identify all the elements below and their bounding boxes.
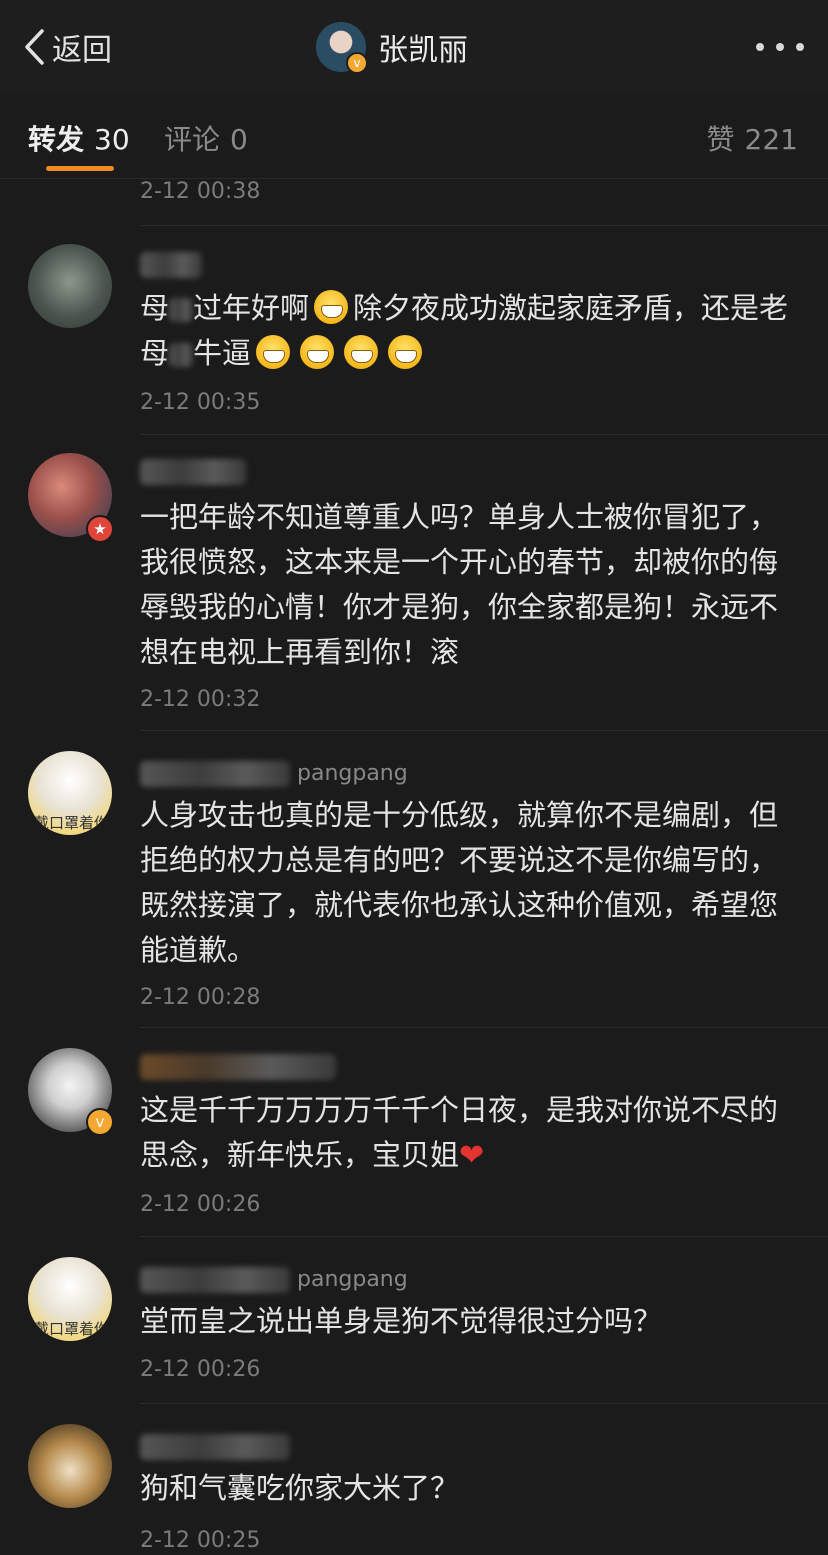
- redacted-username: [140, 761, 290, 787]
- timestamp: 2-12 00:25: [140, 1528, 261, 1553]
- comment-text-part: 过年好啊: [193, 291, 310, 325]
- top-navbar: 返回 v 张凯丽: [0, 0, 828, 93]
- tab-bar: 转发 30 评论 0 赞 221: [0, 92, 828, 179]
- tab-reposts-label: 转发: [28, 123, 85, 156]
- grin-emoji-icon: [388, 335, 423, 369]
- back-label: 返回: [52, 33, 112, 68]
- redacted-word: [169, 298, 194, 322]
- username[interactable]: [140, 1430, 290, 1464]
- profile-title[interactable]: v 张凯丽: [316, 20, 468, 74]
- username[interactable]: pangpang: [140, 1263, 408, 1297]
- profile-avatar[interactable]: v: [316, 22, 368, 74]
- grin-emoji-icon: [314, 290, 349, 324]
- heart-emoji-icon: ❤: [459, 1138, 485, 1173]
- timestamp: 2-12 00:38: [140, 179, 261, 204]
- avatar[interactable]: [28, 244, 112, 328]
- divider: [140, 1236, 828, 1237]
- redacted-username: [140, 1267, 290, 1293]
- back-button[interactable]: 返回: [22, 24, 112, 70]
- tab-likes[interactable]: 赞 221: [707, 118, 798, 158]
- red-badge-icon: ★: [86, 515, 114, 543]
- page-title: 张凯丽: [378, 33, 468, 68]
- username-visible: pangpang: [297, 761, 408, 786]
- comment-text: 人身攻击也真的是十分低级，就算你不是编剧，但拒绝的权力总是有的吧？不要说这不是你…: [140, 798, 779, 967]
- comment-text: 母过年好啊 除夕夜成功激起家庭矛盾，还是老母 牛逼: [140, 286, 800, 376]
- divider: [140, 225, 828, 226]
- more-options-icon[interactable]: [756, 30, 804, 64]
- grin-emoji-icon: [344, 335, 379, 369]
- comment-text: 堂而皇之说出单身是狗不觉得很过分吗？: [140, 1304, 663, 1338]
- username[interactable]: [140, 248, 202, 282]
- comment-text: 一把年龄不知道尊重人吗？单身人士被你冒犯了，我很愤怒，这本来是一个开心的春节，却…: [140, 500, 779, 669]
- divider: [140, 434, 828, 435]
- tab-reposts[interactable]: 转发 30: [28, 118, 130, 158]
- timestamp: 2-12 00:35: [140, 390, 261, 415]
- divider: [140, 1027, 828, 1028]
- comment-text-part: 母: [140, 291, 170, 325]
- avatar[interactable]: [28, 1424, 112, 1508]
- timestamp: 2-12 00:26: [140, 1357, 261, 1382]
- verified-icon: v: [346, 52, 368, 74]
- redacted-word: [169, 343, 194, 367]
- username[interactable]: [140, 1050, 336, 1084]
- redacted-username: [140, 459, 246, 485]
- avatar[interactable]: 戴口罩着你: [28, 751, 112, 835]
- avatar[interactable]: 戴口罩着你: [28, 1257, 112, 1341]
- tab-reposts-count: 30: [94, 123, 130, 156]
- timestamp: 2-12 00:28: [140, 985, 261, 1010]
- timestamp: 2-12 00:32: [140, 687, 261, 712]
- avatar-caption: 戴口罩着你: [34, 814, 110, 832]
- active-tab-indicator: [46, 166, 114, 171]
- username[interactable]: [140, 455, 246, 489]
- divider: [140, 730, 828, 731]
- redacted-username: [140, 1054, 336, 1080]
- comment-text: 狗和气囊吃你家大米了？: [140, 1471, 460, 1505]
- verified-icon: v: [86, 1108, 114, 1136]
- comment-text: 这是千千万万万万千千个日夜，是我对你说不尽的思念，新年快乐，宝贝姐❤: [140, 1088, 800, 1178]
- redacted-username: [140, 252, 202, 278]
- redacted-username: [140, 1434, 290, 1460]
- username[interactable]: pangpang: [140, 757, 408, 791]
- avatar-caption: 戴口罩着你: [34, 1320, 110, 1338]
- tab-likes-count: 221: [744, 123, 798, 156]
- timestamp: 2-12 00:26: [140, 1192, 261, 1217]
- username-visible: pangpang: [297, 1267, 408, 1292]
- divider: [140, 1403, 828, 1404]
- grin-emoji-icon: [256, 335, 291, 369]
- tab-comments-label: 评论: [164, 123, 221, 156]
- tab-comments[interactable]: 评论 0: [164, 118, 248, 158]
- tab-comments-count: 0: [230, 123, 248, 156]
- chevron-left-icon: [25, 29, 44, 65]
- grin-emoji-icon: [300, 335, 335, 369]
- tab-likes-label: 赞: [706, 123, 735, 156]
- comment-text-part: 牛逼: [193, 336, 252, 370]
